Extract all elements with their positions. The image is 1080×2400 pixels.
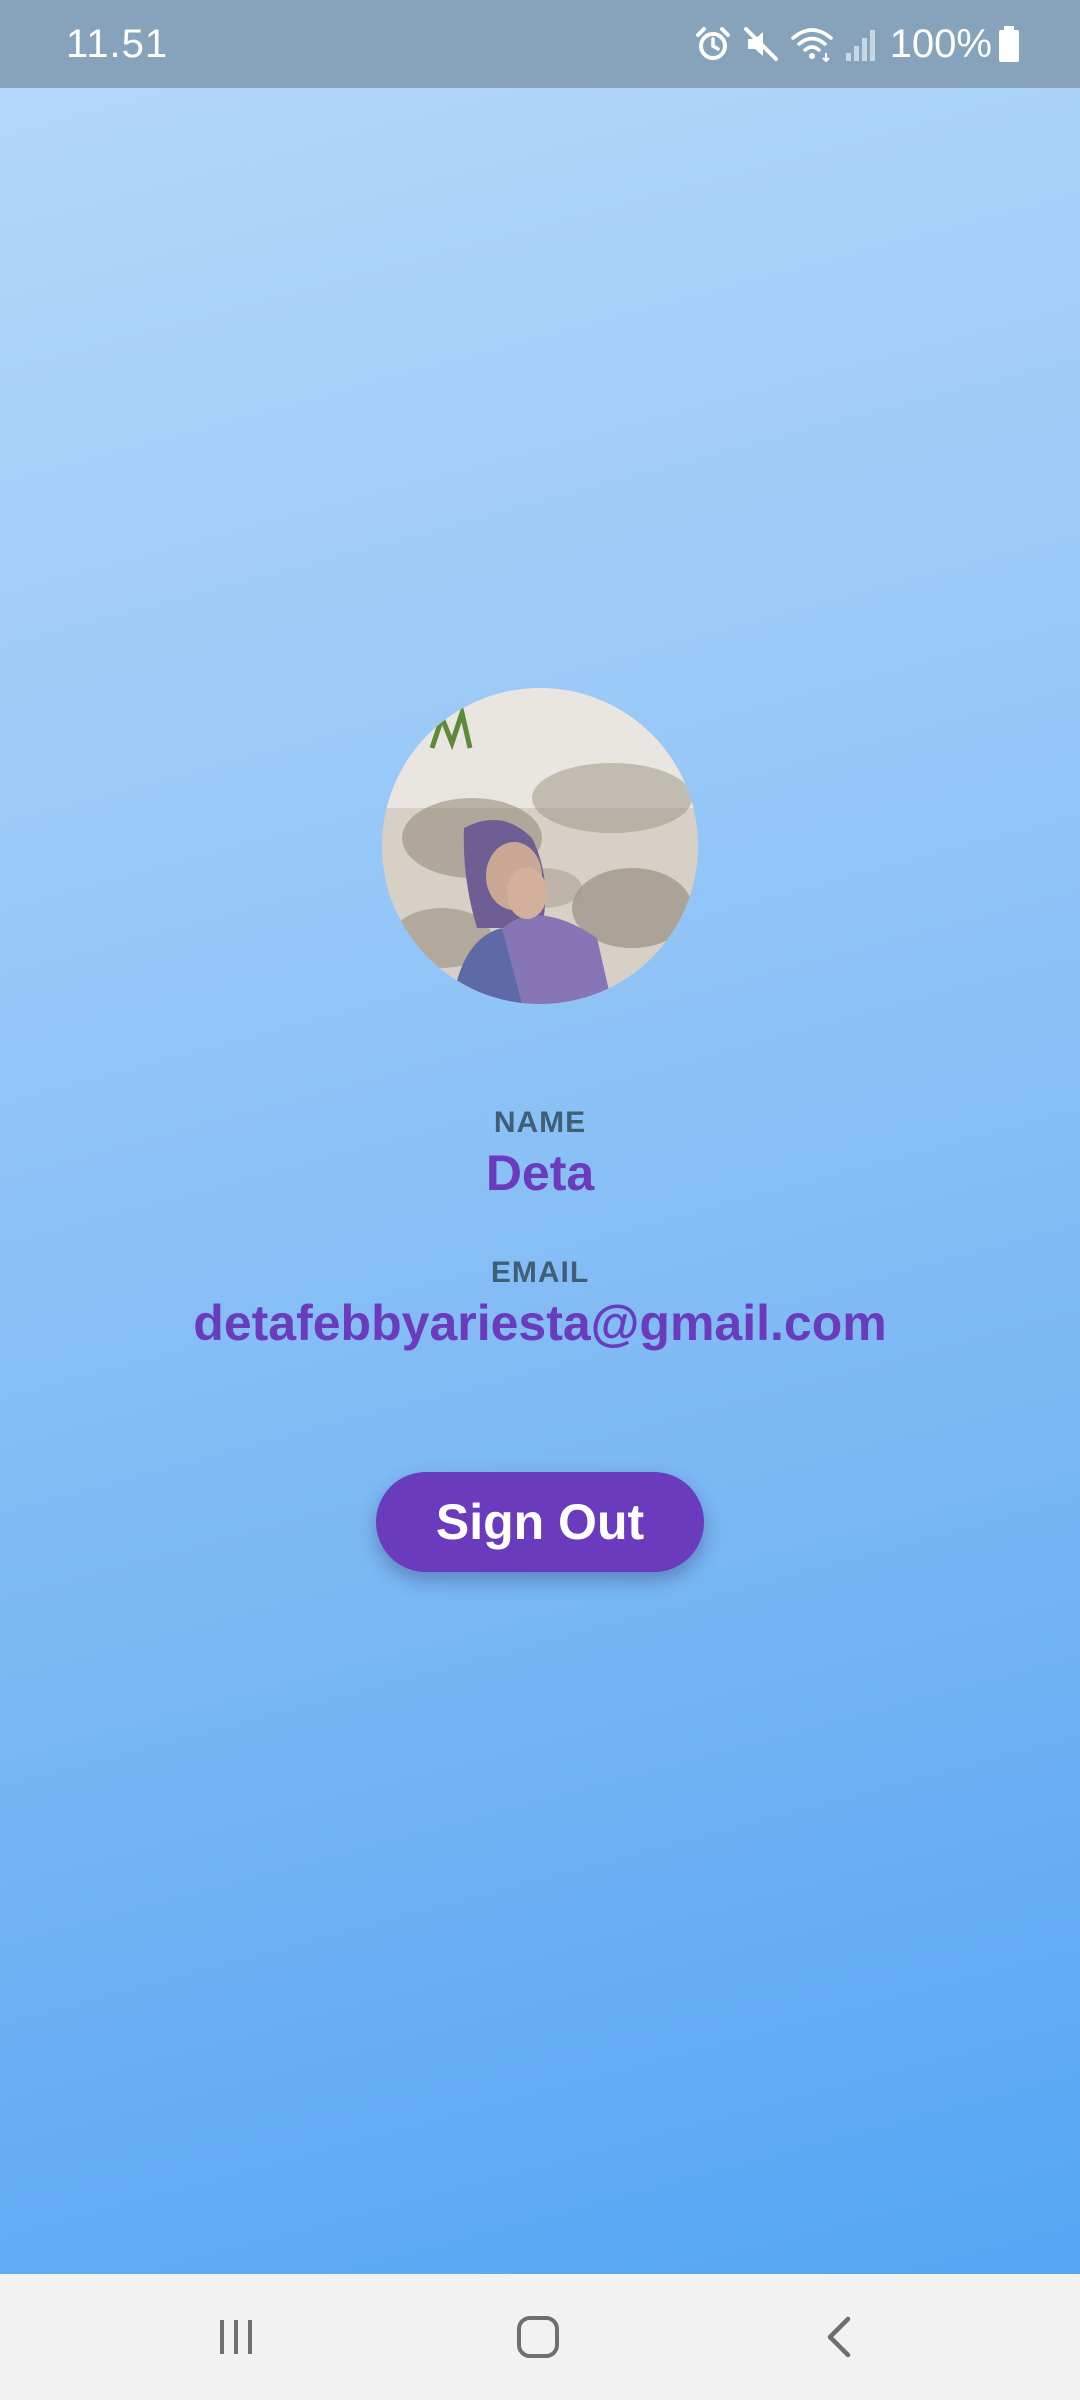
sign-out-button[interactable]: Sign Out [376,1472,704,1572]
email-label: EMAIL [490,1256,590,1289]
status-icons: 100% [684,14,1020,74]
recents-icon [220,2320,252,2354]
email-value: detafebbyariesta@gmail.com [193,1295,887,1351]
profile-avatar [382,688,698,1004]
back-icon [827,2316,851,2358]
recents-button[interactable] [156,2274,316,2400]
back-button[interactable] [760,2274,920,2400]
alarm-icon [694,25,732,63]
profile-photo [382,688,698,1004]
home-icon [517,2316,559,2358]
name-label: NAME [493,1106,587,1139]
wifi-icon [790,25,834,63]
status-bar: 11.51 100% [0,0,1080,88]
navigation-bar [0,2274,1080,2400]
battery-icon [998,25,1020,63]
profile-screen: 11.51 100% NAME Deta EMAIL detafebbyarie… [0,0,1080,2400]
mute-icon [742,25,780,63]
home-button[interactable] [458,2274,618,2400]
battery-percentage: 100% [889,22,992,66]
signal-icon [844,25,878,63]
status-time: 11.51 [66,22,169,66]
name-value: Deta [485,1145,595,1201]
